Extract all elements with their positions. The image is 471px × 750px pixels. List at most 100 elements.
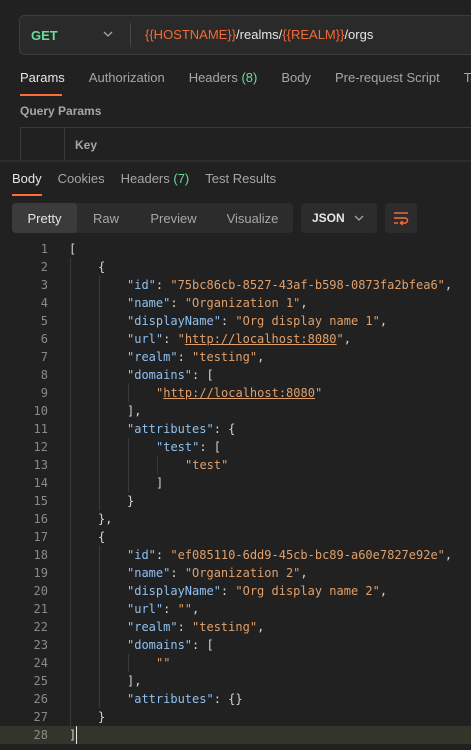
line-number: 10 bbox=[33, 404, 48, 418]
json-string: "Org display name 1" bbox=[235, 314, 380, 328]
code-line: 14] bbox=[0, 474, 471, 492]
code-line: 23 "domains": [ bbox=[0, 636, 471, 654]
tab-headers[interactable]: Headers (8) bbox=[189, 70, 258, 90]
json-string: "Organization 2" bbox=[184, 566, 301, 580]
json-key: "realm" bbox=[127, 350, 178, 364]
code-line: 3 "id": "75bc86cb-8527-43af-b598-0873fa2b… bbox=[0, 276, 471, 294]
response-tab-headers[interactable]: Headers (7) bbox=[121, 171, 190, 186]
json-punctuation: , bbox=[343, 332, 351, 346]
code-line: 12 "test": [ bbox=[0, 438, 471, 456]
code-text: "http://localhost:8080" bbox=[156, 384, 322, 402]
json-string[interactable]: http://localhost:8080 bbox=[185, 332, 337, 346]
line-number: 3 bbox=[40, 278, 48, 292]
method-select[interactable]: GET bbox=[20, 16, 130, 54]
code-line: 21 "url": "", bbox=[0, 600, 471, 618]
tab-label: Params bbox=[20, 70, 65, 85]
json-string: " bbox=[314, 386, 323, 400]
json-key: "domains" bbox=[127, 368, 193, 382]
language-label: JSON bbox=[312, 211, 345, 225]
tab-tests[interactable]: Tests bbox=[464, 70, 471, 90]
query-params-label: Query Params bbox=[20, 104, 102, 118]
json-punctuation: , bbox=[444, 548, 453, 562]
json-punctuation: }, bbox=[98, 512, 113, 526]
code-line: 25], bbox=[0, 672, 471, 690]
json-punctuation: { bbox=[98, 260, 106, 274]
line-number: 13 bbox=[33, 458, 48, 472]
line-number: 28 bbox=[33, 728, 48, 742]
line-number: 25 bbox=[33, 674, 48, 688]
json-string: " bbox=[336, 332, 344, 346]
code-line: 18 "id": "ef085110-6dd9-45cb-bc89-a60e782… bbox=[0, 546, 471, 564]
code-text: "test": [ bbox=[156, 438, 221, 456]
code-line: 5 "displayName": "Org display name 1", bbox=[0, 312, 471, 330]
code-text: { bbox=[98, 258, 105, 276]
text-cursor bbox=[76, 726, 77, 744]
json-punctuation: : bbox=[220, 314, 236, 328]
request-url-bar: GET {{HOSTNAME}}/realms/{{REALM}}/orgs bbox=[19, 15, 471, 55]
json-punctuation: : bbox=[170, 566, 185, 580]
code-line: 16}, bbox=[0, 510, 471, 528]
chevron-down-icon bbox=[103, 31, 113, 37]
code-text: "" bbox=[156, 654, 170, 672]
json-punctuation: , bbox=[192, 602, 200, 616]
json-punctuation: , bbox=[444, 278, 453, 292]
code-text: ] bbox=[156, 474, 163, 492]
code-text: ], bbox=[127, 402, 141, 420]
method-label: GET bbox=[31, 27, 58, 43]
key-column-header: Key bbox=[75, 138, 98, 152]
json-key: "name" bbox=[127, 296, 171, 310]
url-segment: /realms/ bbox=[236, 27, 283, 42]
tab-count-badge: (7) bbox=[173, 171, 190, 186]
code-line: 17 { bbox=[0, 528, 471, 546]
json-key: "domains" bbox=[127, 638, 193, 652]
line-number: 15 bbox=[33, 494, 48, 508]
url-input[interactable]: {{HOSTNAME}}/realms/{{REALM}}/orgs bbox=[145, 27, 373, 42]
line-number: 24 bbox=[33, 656, 48, 670]
format-raw-button[interactable]: Raw bbox=[77, 203, 135, 233]
code-line: 22 "realm": "testing", bbox=[0, 618, 471, 636]
json-key: "id" bbox=[127, 548, 156, 562]
tab-label: Pre-request Script bbox=[334, 70, 440, 85]
code-text: "displayName": "Org display name 1", bbox=[127, 312, 387, 330]
code-line: 27} bbox=[0, 708, 471, 726]
tab-params[interactable]: Params bbox=[20, 70, 65, 90]
pane-divider[interactable] bbox=[0, 160, 471, 162]
json-punctuation: , bbox=[257, 620, 265, 634]
response-tab-test-results[interactable]: Test Results bbox=[205, 171, 276, 186]
wrap-lines-button[interactable] bbox=[385, 203, 417, 233]
json-punctuation: } bbox=[98, 710, 106, 724]
code-line: 15} bbox=[0, 492, 471, 510]
format-toggle-group: Pretty Raw Preview Visualize bbox=[12, 203, 293, 233]
json-string[interactable]: http://localhost:8080 bbox=[163, 386, 315, 400]
tab-body[interactable]: Body bbox=[281, 70, 311, 90]
json-key: "displayName" bbox=[127, 314, 221, 328]
line-number: 17 bbox=[33, 530, 48, 544]
json-key: "attributes" bbox=[127, 692, 214, 706]
json-punctuation: : bbox=[177, 620, 193, 634]
response-tab-cookies[interactable]: Cookies bbox=[58, 171, 105, 186]
language-select[interactable]: JSON bbox=[301, 203, 377, 233]
code-text: "attributes": {} bbox=[127, 690, 243, 708]
code-line: 11 "attributes": { bbox=[0, 420, 471, 438]
json-key: "name" bbox=[127, 566, 171, 580]
line-number: 14 bbox=[33, 476, 48, 490]
format-pretty-button[interactable]: Pretty bbox=[12, 203, 77, 233]
line-number: 11 bbox=[33, 422, 48, 436]
format-visualize-button[interactable]: Visualize bbox=[212, 203, 293, 233]
json-punctuation: : {} bbox=[213, 692, 243, 706]
tab-authorization[interactable]: Authorization bbox=[89, 70, 165, 90]
line-number: 6 bbox=[40, 332, 48, 346]
response-tab-body[interactable]: Body bbox=[12, 171, 42, 186]
tab-label: Body bbox=[281, 70, 311, 85]
response-body-editor[interactable]: 1[2{3 "id": "75bc86cb-8527-43af-b598-0873… bbox=[0, 240, 471, 750]
json-string: "" bbox=[156, 656, 171, 670]
line-number: 8 bbox=[40, 368, 48, 382]
code-text: "realm": "testing", bbox=[127, 618, 264, 636]
json-punctuation: ], bbox=[127, 404, 142, 418]
tab-pre-request-script[interactable]: Pre-request Script bbox=[335, 70, 440, 90]
format-preview-button[interactable]: Preview bbox=[135, 203, 212, 233]
line-number: 27 bbox=[33, 710, 48, 724]
line-number: 22 bbox=[33, 620, 48, 634]
code-line: 9 "http://localhost:8080" bbox=[0, 384, 471, 402]
line-number: 9 bbox=[40, 386, 48, 400]
